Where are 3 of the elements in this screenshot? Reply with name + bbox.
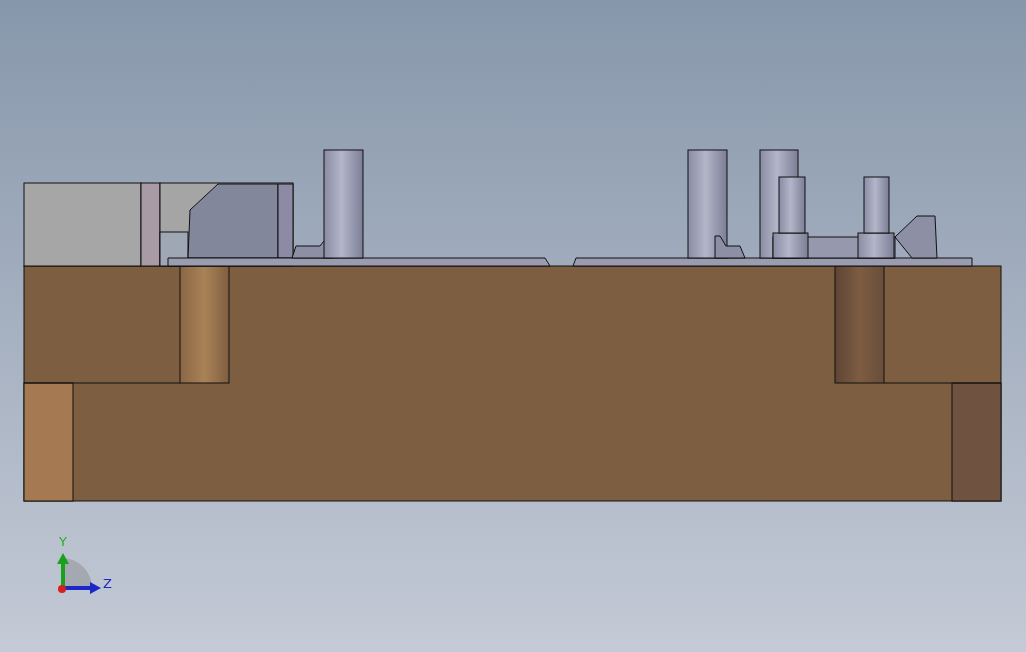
y-axis-label: Y [59,534,67,549]
z-axis-label: Z [103,576,112,591]
axis-triad-icon [57,553,101,594]
